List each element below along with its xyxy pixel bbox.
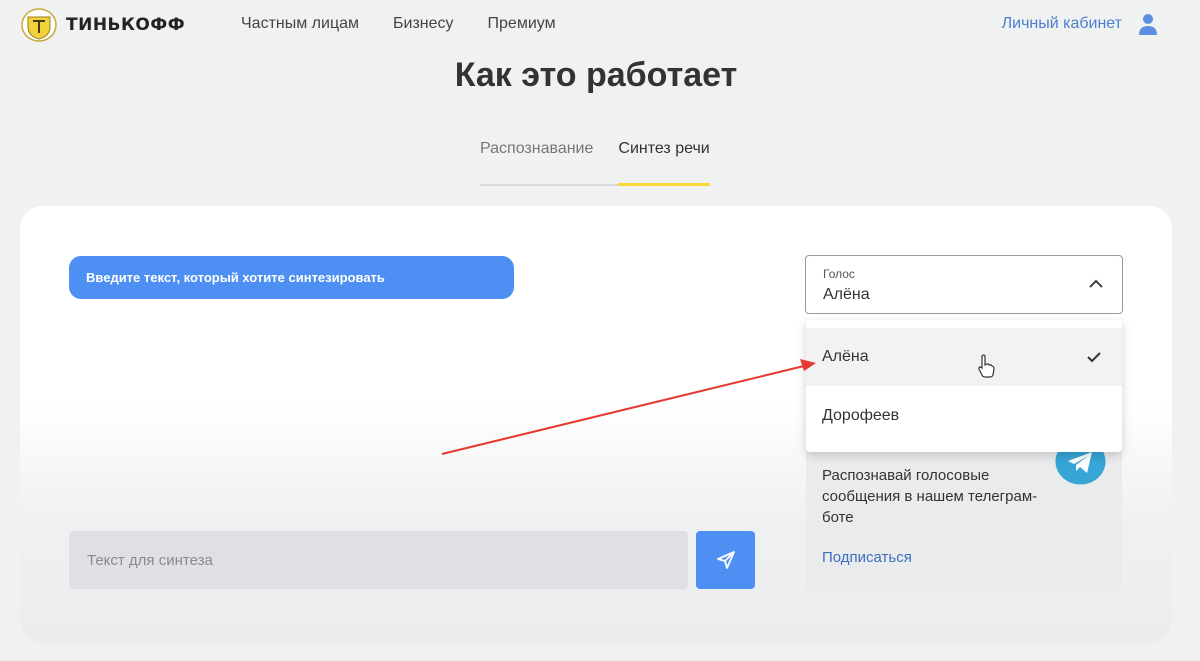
- telegram-promo: Распознавай голосовые сообщения в нашем …: [806, 430, 1122, 593]
- voice-select-label: Голос: [823, 267, 855, 281]
- tab-speech-synthesis[interactable]: Синтез речи: [618, 140, 710, 186]
- send-icon: [717, 551, 735, 569]
- voice-option-label: Алёна: [822, 348, 869, 365]
- personal-cabinet-link[interactable]: Личный кабинет: [1002, 15, 1122, 33]
- tinkoff-emblem-icon: [21, 8, 57, 42]
- hand-cursor-icon: [978, 354, 995, 378]
- voice-option-label: Дорофеев: [822, 407, 900, 424]
- voice-select-value: Алёна: [823, 286, 870, 303]
- nav-item-premium[interactable]: Премиум: [488, 15, 556, 33]
- chevron-up-icon: [1089, 279, 1103, 288]
- nav-item-business[interactable]: Бизнесу: [393, 15, 454, 33]
- checkmark-icon: [1087, 352, 1101, 363]
- prompt-message: Введите текст, который хотите синтезиров…: [69, 256, 514, 299]
- voice-dropdown: Алёна Дорофеев: [806, 320, 1122, 452]
- tab-recognition[interactable]: Распознавание: [480, 140, 619, 186]
- subscribe-link[interactable]: Подписаться: [822, 549, 912, 566]
- tinkoff-logo[interactable]: ТИНЬКОФФ: [20, 7, 185, 43]
- voice-select[interactable]: Голос Алёна: [805, 255, 1123, 314]
- page-title: Как это работает: [454, 56, 738, 94]
- main-nav: Частным лицам Бизнесу Премиум: [241, 15, 556, 33]
- user-icon[interactable]: [1138, 12, 1158, 36]
- voice-option-alena[interactable]: Алёна: [806, 328, 1122, 386]
- voice-option-dorofeev[interactable]: Дорофеев: [806, 386, 1122, 444]
- nav-item-private[interactable]: Частным лицам: [241, 15, 359, 33]
- tabs: Распознавание Синтез речи: [480, 140, 710, 186]
- logo-text: ТИНЬКОФФ: [66, 15, 186, 35]
- site-header: ТИНЬКОФФ Частным лицам Бизнесу Премиум Л…: [0, 0, 1200, 50]
- telegram-promo-text: Распознавай голосовые сообщения в нашем …: [822, 467, 1038, 526]
- synthesis-text-input[interactable]: [69, 531, 688, 589]
- send-button[interactable]: [696, 531, 755, 589]
